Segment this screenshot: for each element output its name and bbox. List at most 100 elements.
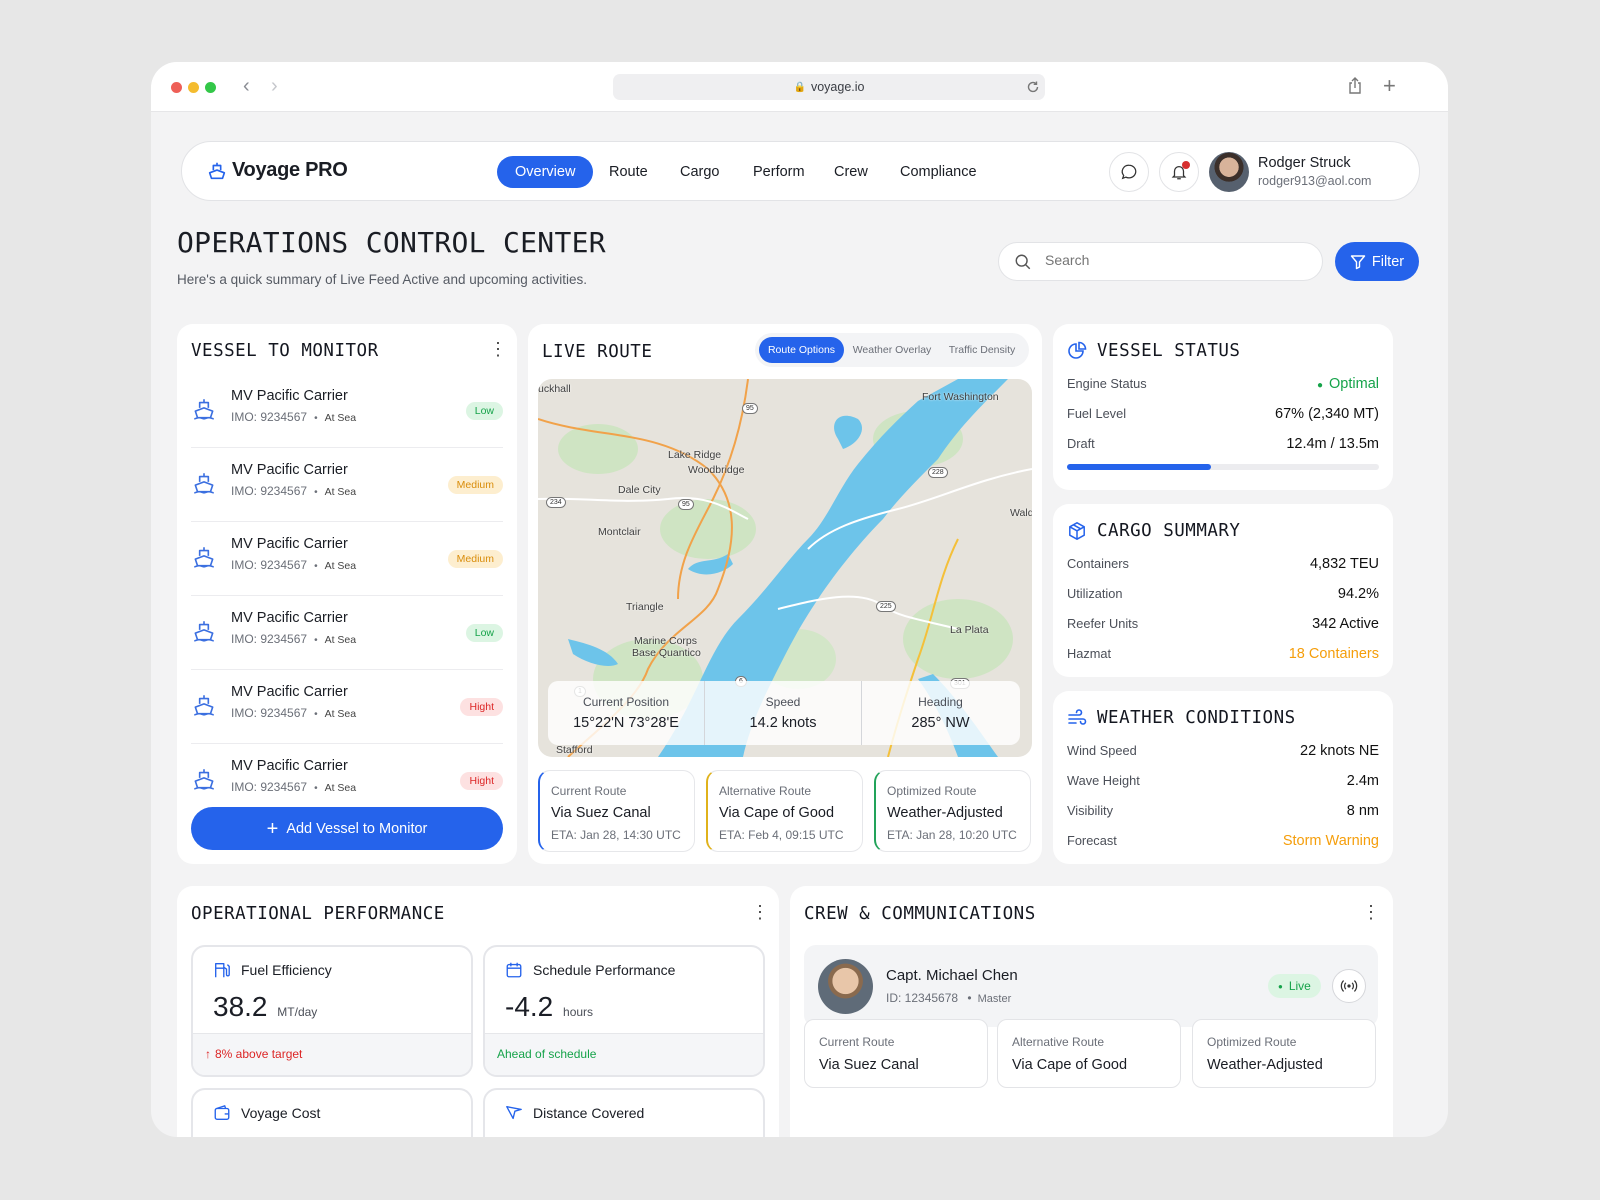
search-icon xyxy=(1015,254,1031,270)
row-label: Utilization xyxy=(1067,586,1123,601)
separator-dot: • xyxy=(314,635,318,646)
route-map[interactable]: uckhall Fort Washington Lake Ridge Woodbrid… xyxy=(538,379,1032,757)
forward-icon[interactable]: › xyxy=(271,75,278,98)
vessel-name: MV Pacific Carrier xyxy=(231,684,348,700)
vessel-row[interactable]: MV Pacific Carrier IMO: 9234567 • At Sea Med… xyxy=(191,522,503,596)
row-label: Wave Height xyxy=(1067,773,1140,788)
notifications-button[interactable] xyxy=(1159,152,1199,192)
box-icon xyxy=(1069,522,1085,540)
ship-icon xyxy=(191,544,217,575)
toggle-traffic-density[interactable]: Traffic Density xyxy=(937,337,1027,363)
close-dot[interactable] xyxy=(171,82,182,93)
vessel-row[interactable]: MV Pacific Carrier IMO: 9234567 • At Sea Low xyxy=(191,374,503,448)
crew-route-card[interactable]: Current Route Via Suez Canal xyxy=(804,1019,988,1088)
distance-covered-box[interactable]: Distance Covered xyxy=(483,1088,765,1137)
box-footer: Ahead of schedule xyxy=(485,1033,763,1075)
nav-tab-overview[interactable]: Overview xyxy=(497,156,594,188)
road-shield: 225 xyxy=(876,601,896,612)
row-label: Reefer Units xyxy=(1067,616,1139,631)
box-title: Schedule Performance xyxy=(505,961,675,979)
performance-card: OPERATIONAL PERFORMANCE ⋮ Fuel Efficienc… xyxy=(177,886,779,1137)
weather-card: WEATHER CONDITIONS Wind Speed 22 knots NE… xyxy=(1053,691,1393,864)
pie-chart-icon xyxy=(1068,341,1087,359)
risk-badge: Hight xyxy=(460,698,503,716)
crew-route-card[interactable]: Optimized Route Weather-Adjusted xyxy=(1192,1019,1376,1088)
nav-tab-perform[interactable]: Perform xyxy=(735,156,823,188)
captain-panel[interactable]: Capt. Michael Chen ID: 12345678 • Master … xyxy=(804,945,1378,1027)
stat-label: Speed xyxy=(765,695,801,709)
nav-tab-route[interactable]: Route xyxy=(591,156,666,188)
row-label: Visibility xyxy=(1067,803,1113,818)
nav-tab-compliance[interactable]: Compliance xyxy=(882,156,995,188)
metric-value: 38.2 xyxy=(213,991,268,1022)
metric-unit: hours xyxy=(563,1005,594,1019)
map-place-label: Stafford xyxy=(556,744,593,756)
toggle-weather-overlay[interactable]: Weather Overlay xyxy=(847,337,937,363)
vessel-row[interactable]: MV Pacific Carrier IMO: 9234567 • At Sea Hig… xyxy=(191,670,503,744)
route-name: Via Suez Canal xyxy=(551,805,651,821)
box-note: Ahead of schedule xyxy=(497,1047,597,1061)
voyage-cost-box[interactable]: Voyage Cost xyxy=(191,1088,473,1137)
box-title-text: Distance Covered xyxy=(533,1105,645,1121)
box-title: Distance Covered xyxy=(505,1104,644,1122)
vessel-name: MV Pacific Carrier xyxy=(231,388,348,404)
route-option-card[interactable]: Alternative Route Via Cape of Good ETA: Fe… xyxy=(706,770,863,852)
search-input[interactable] xyxy=(998,242,1323,281)
route-label: Alternative Route xyxy=(719,784,812,798)
vessel-name: MV Pacific Carrier xyxy=(231,610,348,626)
route-option-card[interactable]: Optimized Route Weather-Adjusted ETA: Jan … xyxy=(874,770,1031,852)
captain-meta: ID: 12345678 • Master xyxy=(886,991,1012,1005)
map-stat: Heading 285° NW xyxy=(862,681,1019,745)
funnel-icon xyxy=(1350,254,1366,269)
toggle-route-options[interactable]: Route Options xyxy=(759,337,844,363)
nav-tab-crew[interactable]: Crew xyxy=(816,156,886,188)
captain-role: Master xyxy=(977,993,1012,1005)
metric-value: -4.2 xyxy=(505,991,554,1022)
back-icon[interactable]: ‹ xyxy=(243,75,250,98)
broadcast-button[interactable] xyxy=(1332,969,1366,1003)
box-note: 8% above target xyxy=(215,1047,303,1061)
new-tab-icon[interactable]: + xyxy=(1383,73,1396,99)
map-place-label: Triangle xyxy=(626,601,664,613)
fuel-efficiency-box[interactable]: Fuel Efficiency 38.2 MT/day ↑ 8% above ta… xyxy=(191,945,473,1077)
arrow-up-icon: ↑ xyxy=(205,1047,211,1061)
row-label: Wind Speed xyxy=(1067,743,1137,758)
nav-tab-cargo[interactable]: Cargo xyxy=(662,156,738,188)
vessel-row[interactable]: MV Pacific Carrier IMO: 9234567 • At Sea Low xyxy=(191,596,503,670)
data-row: Forecast Storm Warning xyxy=(1067,833,1379,849)
add-vessel-button[interactable]: + Add Vessel to Monitor xyxy=(191,807,503,850)
ship-icon xyxy=(191,766,217,797)
reload-icon[interactable] xyxy=(1026,80,1040,94)
more-icon[interactable]: ⋮ xyxy=(1362,903,1380,921)
search-field[interactable] xyxy=(1045,252,1295,268)
user-avatar[interactable] xyxy=(1209,152,1249,192)
filter-button[interactable]: Filter xyxy=(1335,242,1419,281)
card-title: CREW & COMMUNICATIONS xyxy=(804,904,1036,924)
route-label: Alternative Route xyxy=(1012,1035,1105,1049)
more-icon[interactable]: ⋮ xyxy=(489,340,507,358)
stat-label: Heading xyxy=(918,695,963,709)
row-value: 342 Active xyxy=(1312,616,1379,632)
route-option-card[interactable]: Current Route Via Suez Canal ETA: Jan 28, … xyxy=(538,770,695,852)
minimize-dot[interactable] xyxy=(188,82,199,93)
messages-button[interactable] xyxy=(1109,152,1149,192)
notification-dot xyxy=(1182,161,1190,169)
schedule-performance-box[interactable]: Schedule Performance -4.2 hours Ahead of… xyxy=(483,945,765,1077)
captain-id: ID: 12345678 xyxy=(886,991,959,1005)
card-title: LIVE ROUTE xyxy=(542,342,653,362)
page-title: OPERATIONS CONTROL CENTER xyxy=(177,226,606,259)
route-label: Optimized Route xyxy=(1207,1035,1297,1049)
vessel-row[interactable]: MV Pacific Carrier IMO: 9234567 • At Sea Med… xyxy=(191,448,503,522)
maximize-dot[interactable] xyxy=(205,82,216,93)
share-icon[interactable] xyxy=(1347,77,1363,95)
crew-route-card[interactable]: Alternative Route Via Cape of Good xyxy=(997,1019,1181,1088)
map-stats-panel: Current Position 15°22'N 73°28'E Speed 14.2… xyxy=(548,681,1020,745)
address-bar[interactable]: 🔒 voyage.io xyxy=(613,74,1045,100)
row-value: 12.4m / 13.5m xyxy=(1286,436,1379,452)
vessel-name: MV Pacific Carrier xyxy=(231,758,348,774)
page-subtitle: Here's a quick summary of Live Feed Acti… xyxy=(177,272,588,287)
more-icon[interactable]: ⋮ xyxy=(751,903,769,921)
row-label: Forecast xyxy=(1067,833,1117,848)
brand-name[interactable]: Voyage PRO xyxy=(232,159,348,182)
calendar-icon xyxy=(506,962,522,978)
